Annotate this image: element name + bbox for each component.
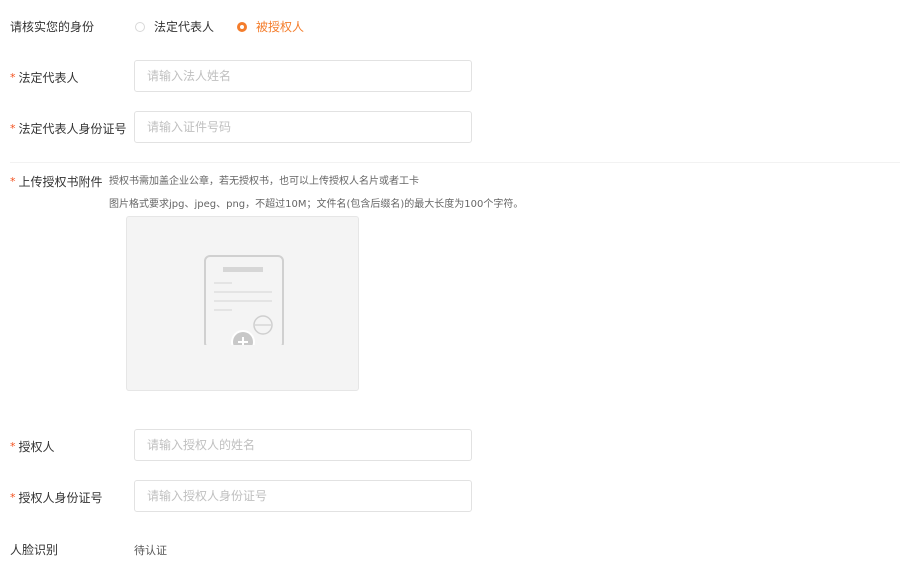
authorized-name-row: * 授权人 bbox=[0, 429, 900, 463]
legal-rep-name-label: * 法定代表人 bbox=[10, 69, 79, 86]
identity-label: 请核实您的身份 bbox=[10, 20, 95, 34]
identity-verification-form: 请核实您的身份 法定代表人 被授权人 *法定代表人 *法定代表人身份证号 *上传… bbox=[0, 0, 900, 575]
label-text: 法定代表人身份证号 bbox=[18, 122, 127, 136]
legal-rep-name-input[interactable] bbox=[134, 60, 472, 92]
authorized-id-input[interactable] bbox=[134, 480, 472, 512]
identity-row: 请核实您的身份 法定代表人 被授权人 bbox=[0, 17, 900, 35]
radio-checked-icon bbox=[237, 21, 247, 32]
label-text: 授权人身份证号 bbox=[18, 491, 103, 505]
radio-label: 被授权人 bbox=[256, 20, 305, 34]
legal-rep-id-label: * 法定代表人身份证号 bbox=[10, 120, 127, 137]
required-mark: * bbox=[10, 175, 16, 188]
face-recognition-row: 人脸识别 待认证 bbox=[0, 540, 900, 558]
document-upload-icon bbox=[204, 255, 284, 345]
label-text: 上传授权书附件 bbox=[18, 175, 103, 189]
attachment-upload-area[interactable] bbox=[126, 216, 359, 391]
attachment-label: * 上传授权书附件 bbox=[10, 173, 103, 190]
radio-authorized-person[interactable]: 被授权人 bbox=[237, 18, 304, 35]
legal-rep-id-row: * 法定代表人身份证号 bbox=[0, 111, 900, 145]
label-text: 法定代表人 bbox=[18, 71, 79, 85]
attachment-hint-line1: 授权书需加盖企业公章，若无授权书，也可以上传授权人名片或者工卡 bbox=[109, 176, 419, 187]
legal-rep-name-row: * 法定代表人 bbox=[0, 60, 900, 94]
face-recognition-label: 人脸识别 bbox=[10, 543, 59, 557]
required-mark: * bbox=[10, 491, 16, 504]
attachment-hint-line2: 图片格式要求jpg、jpeg、png，不超过10M；文件名(包含后缀名)的最大长… bbox=[109, 199, 524, 210]
radio-legal-representative[interactable]: 法定代表人 bbox=[135, 18, 214, 35]
authorized-id-row: * 授权人身份证号 bbox=[0, 480, 900, 514]
authorized-name-input[interactable] bbox=[134, 429, 472, 461]
required-mark: * bbox=[10, 440, 16, 453]
legal-rep-id-input[interactable] bbox=[134, 111, 472, 143]
section-divider bbox=[10, 162, 900, 163]
required-mark: * bbox=[10, 122, 16, 135]
required-mark: * bbox=[10, 71, 16, 84]
radio-label: 法定代表人 bbox=[154, 20, 215, 34]
radio-unchecked-icon bbox=[135, 21, 145, 32]
authorized-id-label: * 授权人身份证号 bbox=[10, 489, 103, 506]
authorized-name-label: * 授权人 bbox=[10, 438, 55, 455]
label-text: 授权人 bbox=[18, 440, 55, 454]
face-recognition-status: 待认证 bbox=[134, 544, 167, 557]
